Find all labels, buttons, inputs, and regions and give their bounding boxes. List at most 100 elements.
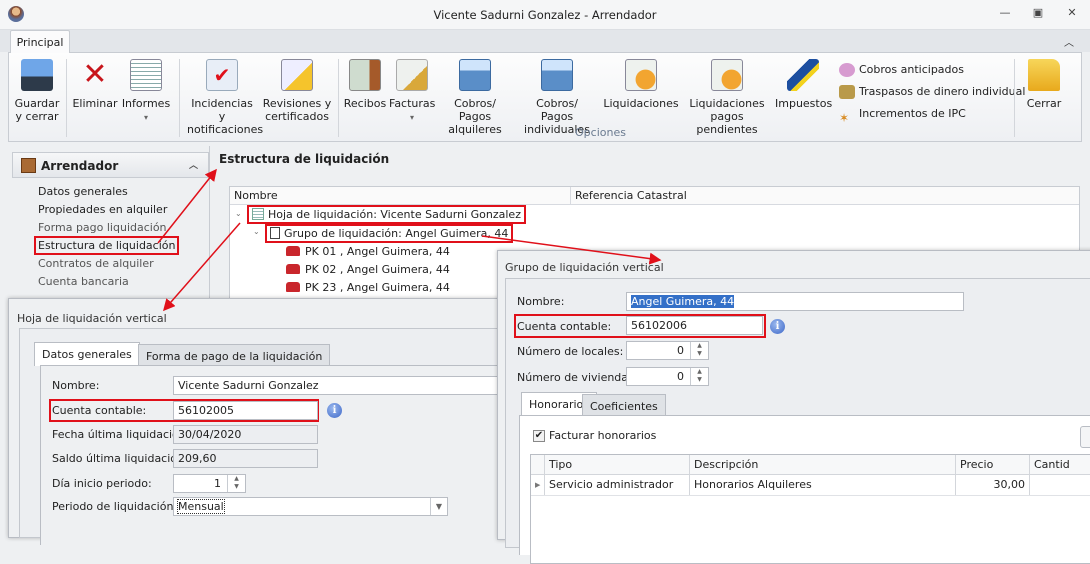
periodo-select[interactable]: Mensual ▼ (173, 497, 448, 516)
ribbon: Guardar y cerrar ✕ Eliminar Informes ▾ ✔ Inc… (8, 52, 1082, 142)
sidebar-item-cuenta-bancaria[interactable]: Cuenta bancaria (38, 275, 129, 288)
nombre-input[interactable]: Vicente Sadurni Gonzalez (173, 376, 513, 395)
car-icon (286, 264, 300, 274)
sidebar-item-propiedades[interactable]: Propiedades en alquiler (38, 203, 167, 216)
tree-node-property[interactable]: PK 01 , Angel Guimera, 44 (286, 245, 450, 258)
sidebar-item-estructura[interactable]: Estructura de liquidación (34, 236, 180, 255)
tab-datos-generales[interactable]: Datos generales (34, 342, 140, 366)
tree-node-property[interactable]: PK 02 , Angel Guimera, 44 (286, 263, 450, 276)
sheet-icon (252, 208, 264, 220)
chevron-up-icon[interactable]: ︿ (189, 158, 198, 171)
checkbox-checked-icon: ✔ (533, 429, 545, 442)
sidebar-item-contratos[interactable]: Contratos de alquiler (38, 257, 154, 270)
revisiones-button[interactable]: Revisiones y certificados (261, 59, 333, 123)
tax-agency-icon (787, 59, 819, 91)
liquidaciones-button[interactable]: Liquidaciones (603, 59, 679, 110)
grupo-cuenta-contable-input[interactable]: 56102006 (626, 316, 763, 335)
tree-node-hoja[interactable]: Hoja de liquidación: Vicente Sadurni Gon… (247, 205, 526, 224)
info-icon[interactable]: i (327, 403, 342, 418)
column-cantidad[interactable]: Cantid (1030, 455, 1090, 474)
cuenta-contable-input[interactable]: 56102005 (173, 401, 318, 420)
facturar-honorarios-checkbox[interactable]: ✔ Facturar honorarios (533, 429, 656, 442)
saldo-ultima-field: 209,60 (173, 449, 318, 468)
dialog-title: Grupo de liquidación vertical (505, 261, 664, 274)
grupo-nombre-input[interactable]: Angel Guimera, 44 (626, 292, 964, 311)
tree-node-grupo[interactable]: Grupo de liquidación: Angel Guimera, 44 (265, 224, 514, 243)
viviendas-stepper[interactable]: 0 ▲ ▼ (626, 367, 709, 386)
spin-arrows-icon[interactable]: ▲ ▼ (690, 368, 708, 385)
restore-icon[interactable]: ▣ (1028, 6, 1048, 22)
tree-header: Nombre Referencia Catastral (230, 187, 1079, 205)
recibos-button[interactable]: Recibos (342, 59, 388, 110)
mail-check-icon: ✔ (206, 59, 238, 91)
tree-node-property[interactable]: PK 23 , Angel Guimera, 44 (286, 281, 450, 294)
clip-document-icon (270, 227, 280, 239)
sidebar-item-datos-generales[interactable]: Datos generales (38, 185, 128, 198)
report-icon (130, 59, 162, 91)
section-title: Estructura de liquidación (219, 152, 390, 166)
tab-principal[interactable]: Principal (10, 30, 70, 53)
certificate-icon (625, 59, 657, 91)
sidebar: Arrendador ︿ Datos generales Propiedades… (12, 150, 209, 298)
dropdown-arrow-icon[interactable]: ▼ (430, 498, 447, 515)
spin-arrows-icon[interactable]: ▲ ▼ (227, 475, 245, 492)
window-title: Vicente Sadurni Gonzalez - Arrendador (433, 8, 657, 22)
dialog-title: Hoja de liquidación vertical (17, 312, 167, 325)
cobros-pagos-individuales-button[interactable]: Cobros/ Pagos individuales (519, 59, 595, 136)
grid-action-button[interactable] (1080, 426, 1090, 448)
column-nombre[interactable]: Nombre (234, 189, 278, 202)
sidebar-header[interactable]: Arrendador ︿ (12, 152, 209, 178)
eliminar-button[interactable]: ✕ Eliminar (71, 57, 119, 111)
guardar-button[interactable]: Guardar y cerrar (11, 59, 63, 123)
tab-forma-pago[interactable]: Forma de pago de la liquidación (138, 344, 331, 366)
row-indicator-icon: ▶ (531, 475, 545, 495)
calculator-icon (459, 59, 491, 91)
grid-row[interactable]: ▶ Servicio administrador Honorarios Alqu… (531, 475, 1090, 496)
spin-arrows-icon[interactable]: ▲ ▼ (690, 342, 708, 359)
tab-coeficientes[interactable]: Coeficientes (582, 394, 666, 416)
group-label-opciones: Opciones (575, 126, 626, 139)
cobros-anticipados-button[interactable]: Cobros anticipados (839, 59, 1025, 81)
expand-chevron-icon[interactable]: ⌄ (253, 227, 260, 236)
car-icon (286, 246, 300, 256)
car-icon (286, 282, 300, 292)
invoice-coins-icon (396, 59, 428, 91)
incrementos-ipc-button[interactable]: ✶ Incrementos de IPC (839, 103, 1025, 125)
certificate-icon (711, 59, 743, 91)
expand-chevron-icon[interactable]: ⌄ (235, 209, 242, 218)
close-icon[interactable]: ✕ (1062, 6, 1082, 22)
hoja-dialog: Hoja de liquidación vertical Datos gener… (8, 298, 513, 545)
red-x-icon: ✕ (82, 57, 108, 92)
informes-button[interactable]: Informes ▾ (121, 59, 171, 124)
honorarios-grid: Tipo Descripción Precio Cantid ▶ Servici… (530, 454, 1090, 564)
title-bar: Vicente Sadurni Gonzalez - Arrendador — … (0, 0, 1090, 30)
liquidaciones-pendientes-button[interactable]: Liquidaciones pagos pendientes (679, 59, 775, 136)
dia-inicio-stepper[interactable]: 1 ▲ ▼ (173, 474, 246, 493)
receipt-icon (349, 59, 381, 91)
column-tipo[interactable]: Tipo (545, 455, 690, 474)
column-descripcion[interactable]: Descripción (690, 455, 956, 474)
collapse-ribbon-icon[interactable]: ︿ (1064, 34, 1074, 49)
cerrar-button[interactable]: Cerrar (1021, 59, 1067, 110)
piggy-bank-icon (839, 63, 855, 77)
bell-document-icon (281, 59, 313, 91)
column-precio[interactable]: Precio (956, 455, 1030, 474)
folder-exit-icon (1028, 59, 1060, 91)
grupo-dialog: Grupo de liquidación vertical Nombre: An… (497, 250, 1090, 564)
minimize-icon[interactable]: — (995, 6, 1015, 22)
impuestos-button[interactable]: Impuestos (775, 59, 832, 110)
column-referencia[interactable]: Referencia Catastral (570, 187, 691, 205)
ribbon-tab-strip (0, 30, 1090, 52)
cobros-pagos-alquileres-button[interactable]: Cobros/ Pagos alquileres (437, 59, 513, 136)
facturas-button[interactable]: Facturas ▾ (389, 59, 435, 124)
sidebar-item-forma-pago[interactable]: Forma pago liquidación (38, 221, 167, 234)
grid-header: Tipo Descripción Precio Cantid (531, 455, 1090, 475)
traspasos-button[interactable]: Traspasos de dinero individual (839, 81, 1025, 103)
locales-stepper[interactable]: 0 ▲ ▼ (626, 341, 709, 360)
incidencias-button[interactable]: ✔ Incidencias y notificaciones (187, 59, 263, 136)
door-icon (21, 158, 36, 173)
fecha-ultima-field: 30/04/2020 (173, 425, 318, 444)
money-transfer-icon (839, 85, 855, 99)
calculator-person-icon (541, 59, 573, 91)
info-icon[interactable]: i (770, 319, 785, 334)
